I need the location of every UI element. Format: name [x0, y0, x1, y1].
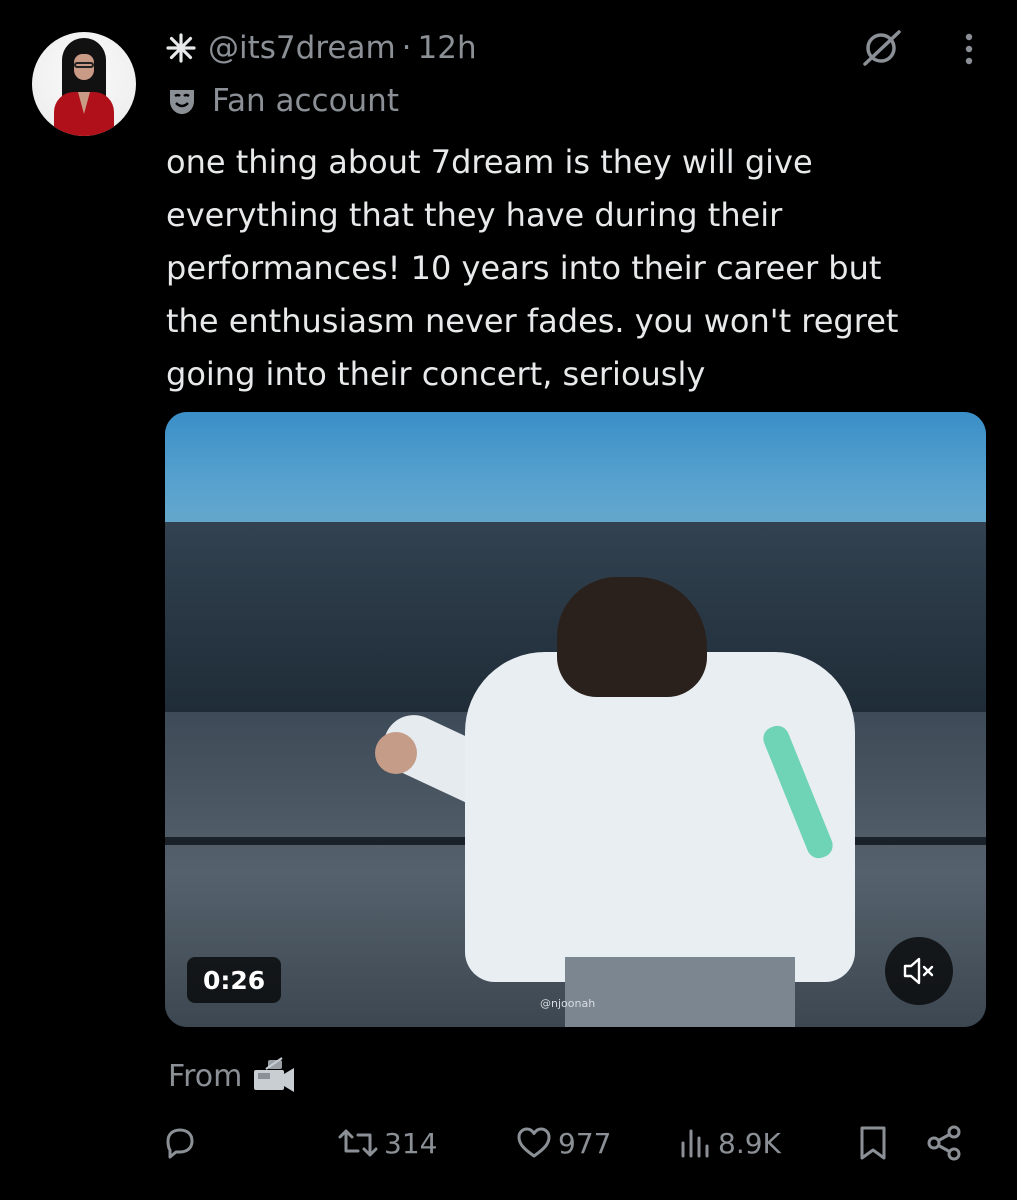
source-label: From [168, 1058, 243, 1094]
star-icon [166, 33, 196, 63]
bookmark-button[interactable] [856, 1114, 890, 1172]
share-icon [927, 1125, 961, 1161]
views-count: 8.9K [718, 1126, 781, 1160]
video-duration-badge: 0:26 [187, 957, 282, 1003]
post-video[interactable]: @njoonah 0:26 [165, 412, 986, 1027]
like-button[interactable]: 977 [514, 1114, 611, 1172]
avatar[interactable] [32, 32, 136, 136]
post-header: @its7dream · 12h [166, 26, 1017, 70]
camera-icon[interactable] [252, 1056, 296, 1096]
avatar-glasses [74, 62, 94, 68]
account-label-row: Fan account [166, 80, 399, 122]
bookmark-icon [860, 1126, 886, 1160]
video-performer-jeans [565, 957, 795, 1027]
views-icon [681, 1129, 709, 1158]
user-handle[interactable]: @its7dream [208, 30, 396, 66]
share-button[interactable] [924, 1114, 964, 1172]
separator-dot: · [401, 30, 412, 66]
repost-button[interactable]: 314 [336, 1114, 437, 1172]
video-watermark: @njoonah [540, 997, 596, 1010]
repost-count: 314 [384, 1126, 438, 1160]
grok-icon[interactable] [859, 28, 905, 68]
reply-button[interactable] [160, 1114, 200, 1172]
action-bar: 314 977 8.9K [160, 1114, 980, 1172]
heart-icon [517, 1127, 551, 1158]
repost-icon [338, 1129, 378, 1157]
mask-icon [170, 90, 194, 114]
post-time[interactable]: 12h [418, 30, 477, 66]
account-label[interactable]: Fan account [212, 83, 399, 119]
views-button[interactable]: 8.9K [678, 1114, 781, 1172]
more-icon[interactable] [963, 32, 975, 66]
mute-button[interactable] [885, 937, 953, 1005]
source-row: From [168, 1052, 296, 1100]
post-text: one thing about 7dream is they will give… [166, 143, 899, 393]
reply-icon [166, 1128, 194, 1159]
video-performer-hair [557, 577, 707, 697]
video-performer-hand [375, 732, 417, 774]
mute-icon [903, 957, 934, 985]
like-count: 977 [558, 1126, 612, 1160]
